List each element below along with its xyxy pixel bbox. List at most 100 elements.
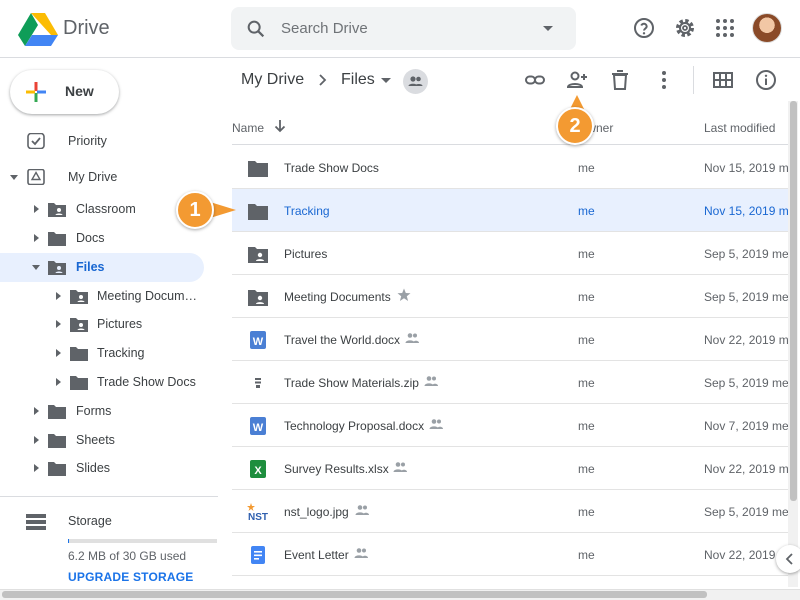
sidebar-item-trade-show-docs[interactable]: Trade Show Docs — [0, 368, 204, 397]
sidebar-item-files[interactable]: Files — [0, 253, 204, 282]
file-row[interactable]: W Travel the World.docx me Nov 22, 2019 … — [232, 318, 788, 361]
folder-icon — [48, 434, 66, 448]
file-row[interactable]: NST nst_logo.jpg me Sep 5, 2019 me — [232, 490, 788, 533]
file-row[interactable]: Pictures me Sep 5, 2019 me — [232, 232, 788, 275]
side-panel-toggle-button[interactable] — [776, 545, 800, 573]
upgrade-storage-link[interactable]: UPGRADE STORAGE — [68, 570, 193, 584]
file-row[interactable]: Trade Show Docs me Nov 15, 2019 m — [232, 146, 788, 189]
search-icon[interactable] — [245, 18, 267, 40]
top-bar: Drive — [0, 0, 800, 58]
image-file-icon: NST — [247, 503, 268, 521]
file-name: nst_logo.jpg — [284, 505, 349, 519]
file-row-selected[interactable]: Tracking me Nov 15, 2019 m — [232, 189, 788, 232]
expand-arrow-icon[interactable] — [34, 205, 39, 213]
drive-logo-icon[interactable] — [18, 12, 58, 46]
sidebar-item-forms[interactable]: Forms — [0, 397, 204, 426]
search-box[interactable] — [231, 7, 576, 50]
expand-arrow-icon[interactable] — [32, 265, 40, 270]
word-doc-icon: W — [250, 417, 266, 435]
list-header: Name Owner Last modified — [232, 101, 788, 145]
sidebar-item-priority[interactable]: Priority — [0, 127, 204, 156]
expand-arrow-icon[interactable] — [34, 436, 39, 444]
sidebar-item-classroom[interactable]: Classroom — [0, 195, 204, 224]
new-button[interactable]: New — [10, 70, 119, 114]
shared-folder-icon — [48, 203, 66, 217]
file-owner: me — [578, 548, 595, 562]
file-row[interactable]: W Technology Proposal.docx me Nov 7, 201… — [232, 404, 788, 447]
storage-label[interactable]: Storage — [68, 514, 112, 528]
shared-people-icon — [429, 419, 443, 429]
sidebar-item-label: Tracking — [97, 346, 145, 360]
new-button-label: New — [65, 83, 94, 99]
file-owner: me — [578, 161, 595, 175]
sidebar-item-slides[interactable]: Slides — [0, 454, 204, 483]
info-icon[interactable] — [754, 68, 778, 92]
file-modified: Nov 22, 2019 m — [704, 333, 788, 347]
file-modified: Sep 5, 2019 me — [704, 505, 788, 519]
expand-arrow-icon[interactable] — [34, 464, 39, 472]
share-add-person-icon[interactable] — [565, 68, 589, 92]
svg-text:NST: NST — [248, 512, 268, 521]
sidebar-item-label: Docs — [76, 231, 105, 245]
folder-icon — [48, 405, 66, 419]
shared-folder-icon — [248, 290, 268, 306]
breadcrumb-current-folder[interactable]: Files — [341, 71, 375, 89]
folder-menu-dropdown-icon[interactable] — [381, 78, 391, 83]
expand-arrow-icon[interactable] — [10, 175, 18, 180]
search-options-dropdown-icon[interactable] — [543, 26, 553, 31]
grid-view-icon[interactable] — [711, 68, 735, 92]
account-avatar[interactable] — [752, 13, 782, 43]
expand-arrow-icon[interactable] — [56, 292, 61, 300]
file-owner: me — [578, 290, 595, 304]
folder-icon — [48, 462, 66, 476]
sidebar-item-pictures[interactable]: Pictures — [0, 310, 204, 339]
sidebar-item-sheets[interactable]: Sheets — [0, 426, 204, 455]
app-name[interactable]: Drive — [63, 17, 110, 40]
sidebar-item-meeting-documents[interactable]: Meeting Documen... — [0, 282, 204, 311]
file-name: Survey Results.xlsx — [284, 462, 389, 476]
sidebar-item-label: Slides — [76, 461, 111, 475]
breadcrumb-my-drive[interactable]: My Drive — [241, 71, 304, 89]
expand-arrow-icon[interactable] — [56, 349, 61, 357]
storage-usage-bar — [68, 539, 217, 543]
vertical-scrollbar-thumb[interactable] — [790, 101, 797, 501]
get-link-icon[interactable] — [523, 68, 547, 92]
zip-file-icon — [255, 378, 261, 388]
file-row[interactable]: Trade Show Materials.zip me Sep 5, 2019 … — [232, 361, 788, 404]
expand-arrow-icon[interactable] — [56, 378, 61, 386]
storage-icon — [26, 514, 46, 530]
sidebar-item-docs[interactable]: Docs — [0, 224, 204, 253]
expand-arrow-icon[interactable] — [34, 234, 39, 242]
trash-icon[interactable] — [608, 68, 632, 92]
file-owner: me — [578, 376, 595, 390]
help-icon[interactable] — [632, 16, 656, 40]
expand-arrow-icon[interactable] — [34, 407, 39, 415]
sidebar-item-my-drive[interactable]: My Drive — [0, 163, 204, 192]
apps-grid-icon[interactable] — [713, 16, 737, 40]
star-icon[interactable] — [397, 288, 411, 302]
more-vertical-icon[interactable] — [652, 68, 676, 92]
shared-folder-icon — [48, 261, 66, 275]
column-header-name[interactable]: Name — [232, 121, 264, 135]
sidebar-item-tracking[interactable]: Tracking — [0, 339, 204, 368]
shared-people-icon[interactable] — [403, 69, 428, 94]
settings-gear-icon[interactable] — [673, 16, 697, 40]
expand-arrow-icon[interactable] — [56, 320, 61, 328]
file-name: Tracking — [284, 204, 330, 218]
search-input[interactable] — [281, 7, 531, 50]
file-owner: me — [578, 462, 595, 476]
shared-people-icon — [393, 462, 407, 472]
callout-badge-1: 1 — [176, 191, 214, 229]
file-name: Meeting Documents — [284, 290, 391, 304]
plus-icon — [26, 82, 46, 102]
sidebar-item-label: Priority — [68, 134, 107, 148]
column-header-last-modified[interactable]: Last modified — [704, 121, 775, 135]
file-row[interactable]: X Survey Results.xlsx me Nov 22, 2019 m — [232, 447, 788, 490]
shared-people-icon — [424, 376, 438, 386]
sort-arrow-down-icon[interactable] — [273, 118, 287, 134]
google-doc-icon — [251, 546, 265, 564]
file-owner: me — [578, 204, 595, 218]
file-row[interactable]: Event Letter me Nov 22, 2019 m — [232, 533, 788, 576]
file-row[interactable]: Meeting Documents me Sep 5, 2019 me — [232, 275, 788, 318]
horizontal-scrollbar-thumb[interactable] — [2, 591, 707, 598]
